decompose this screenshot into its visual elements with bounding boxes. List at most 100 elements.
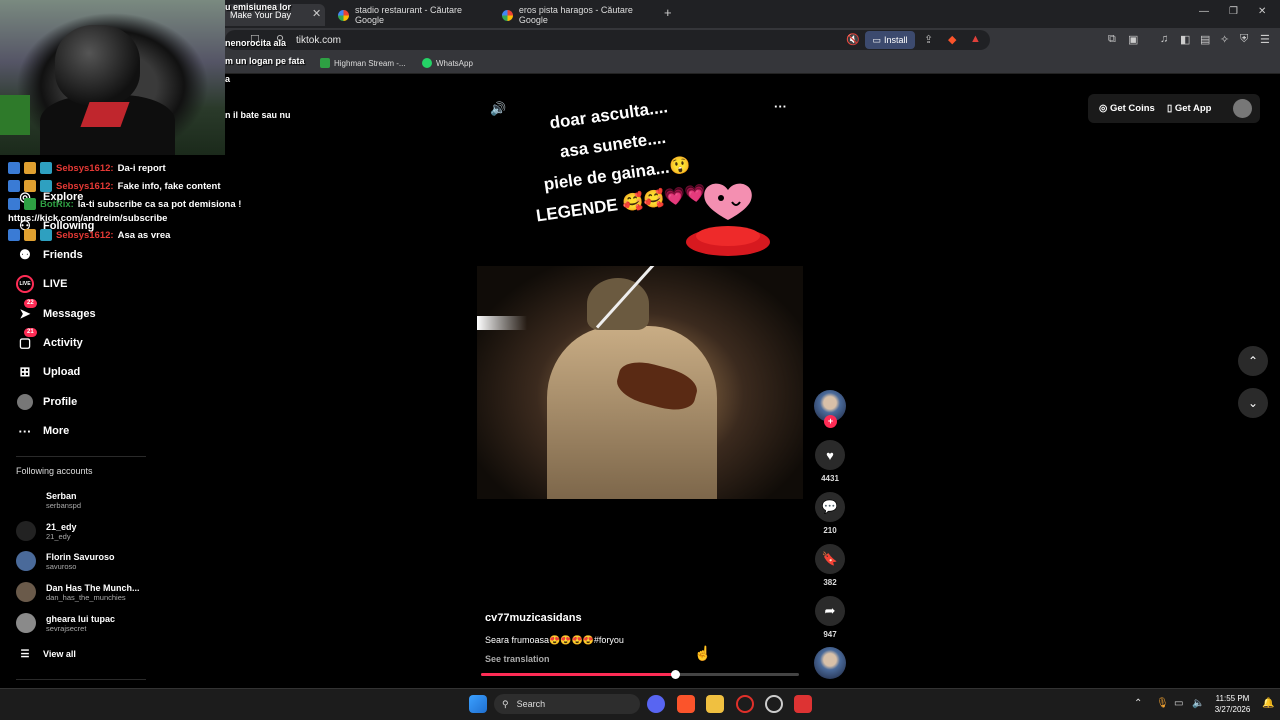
overlay-text-line: n il bate sau nu <box>225 110 291 120</box>
network-icon[interactable]: ▭ <box>1174 698 1183 709</box>
friends-icon: ⚉ <box>19 247 31 262</box>
sidebar-item-label: LIVE <box>43 278 68 290</box>
see-translation-link[interactable]: See translation <box>485 654 550 664</box>
sidebar-item-live[interactable]: LIVE LIVE <box>16 273 67 295</box>
previous-video-button[interactable]: ⌃ <box>1238 346 1268 376</box>
get-coins-button[interactable]: ◎ Get Coins <box>1099 103 1155 114</box>
brave-rewards-icon[interactable]: ▲ <box>970 33 981 45</box>
video-author[interactable]: cv77muzicasidans <box>485 612 582 624</box>
music-icon[interactable]: ♫ <box>1160 33 1168 45</box>
clock[interactable]: 11:55 PM 3/27/2026 <box>1210 693 1255 715</box>
google-icon <box>338 9 349 21</box>
chat-username: Sebsys1612: <box>56 180 114 192</box>
progress-thumb[interactable] <box>670 670 680 679</box>
video-progress-bar[interactable] <box>481 670 799 679</box>
get-app-button[interactable]: ▯ Get App <box>1167 103 1211 114</box>
sidebar-item-friends[interactable]: ⚉ Friends <box>16 244 83 266</box>
new-tab-button[interactable]: + <box>664 5 672 20</box>
comment-count: 210 <box>823 526 837 535</box>
avatar <box>16 521 36 541</box>
maximize-button[interactable]: ❐ <box>1229 6 1238 17</box>
close-icon[interactable]: ✕ <box>312 7 321 20</box>
sidebar-item-upload[interactable]: ⊞ Upload <box>16 361 81 383</box>
account-item[interactable]: Florin Savuroso savuroso <box>16 548 115 574</box>
opera-icon[interactable] <box>736 695 754 713</box>
badge-icon <box>40 162 52 174</box>
activity-badge: 21 <box>24 328 37 337</box>
close-window-button[interactable]: ✕ <box>1258 6 1266 17</box>
comment-button[interactable]: 💬 210 <box>815 492 845 535</box>
bookmark-label: WhatsApp <box>436 58 473 68</box>
chat-url: https://kick.com/andreim/subscribe <box>8 213 168 224</box>
like-button[interactable]: ♥ 4431 <box>815 440 845 483</box>
install-button[interactable]: ▭ Install <box>865 31 915 49</box>
avatar <box>16 613 36 633</box>
share-button[interactable]: ➦ 947 <box>815 596 845 639</box>
badge-icon <box>24 229 36 241</box>
account-item[interactable]: Serban serbanspd <box>16 487 81 513</box>
app-icon[interactable] <box>794 695 812 713</box>
follow-button[interactable]: + <box>824 415 837 428</box>
sidebar-item-more[interactable]: ··· More <box>16 420 70 442</box>
extensions-icon[interactable]: ⧉ <box>1108 33 1116 46</box>
file-explorer-icon[interactable] <box>706 695 724 713</box>
sidebar-item-profile[interactable]: Profile <box>16 391 77 413</box>
mute-icon[interactable]: 🔇 <box>846 33 860 46</box>
live-icon: LIVE <box>16 275 34 293</box>
taskbar-search[interactable]: ⚲ Search <box>494 694 640 714</box>
next-video-button[interactable]: ⌄ <box>1238 388 1268 418</box>
discord-icon[interactable] <box>647 695 665 713</box>
account-handle: serbanspd <box>46 500 82 510</box>
vpn-icon[interactable]: ⛨ <box>1240 33 1248 46</box>
save-button[interactable]: 🔖 382 <box>815 544 845 587</box>
tab-stadio-restaurant[interactable]: stadio restaurant - Căutare Google <box>338 4 493 26</box>
account-item[interactable]: 21_edy 21_edy <box>16 518 77 544</box>
wallet-icon[interactable]: ▤ <box>1200 33 1210 46</box>
account-item[interactable]: gheara lui tupac sevrajsecret <box>16 610 115 636</box>
bookmark-icon: 🔖 <box>815 544 845 574</box>
more-options-icon[interactable]: ··· <box>774 99 787 114</box>
badge-icon <box>24 180 36 192</box>
chat-text: la-ti subscribe ca sa pot demisiona ! <box>77 198 242 210</box>
menu-icon[interactable]: ☰ <box>1260 33 1270 46</box>
windows-start-icon[interactable] <box>469 695 487 713</box>
badge-icon <box>40 180 52 192</box>
chat-message: Sebsys1612: Asa as vrea <box>8 227 170 243</box>
chat-message: Sebsys1612: Fake info, fake content <box>8 178 221 194</box>
taskbar <box>0 688 1280 720</box>
sidebar-item-activity[interactable]: ▢ 21 Activity <box>16 328 83 354</box>
share-count: 947 <box>823 630 837 639</box>
divider <box>16 679 146 680</box>
microphone-icon[interactable]: 🎙 <box>1156 698 1169 709</box>
sidebar-item-messages[interactable]: ➤ 22 Messages <box>16 299 96 325</box>
sound-avatar[interactable] <box>814 647 846 679</box>
notifications-icon[interactable]: 🔔 <box>1262 698 1274 709</box>
brave-icon[interactable] <box>677 695 695 713</box>
account-item[interactable]: Dan Has The Munch... dan_has_the_munchie… <box>16 579 140 605</box>
chevron-up-icon[interactable]: ⌃ <box>1134 698 1142 709</box>
obs-icon[interactable] <box>765 695 783 713</box>
view-all-label: View all <box>43 649 76 659</box>
brave-shield-icon[interactable]: ◆ <box>948 33 956 46</box>
tab-eros-pista[interactable]: eros pista haragos - Căutare Google <box>502 4 662 26</box>
badge-icon <box>24 198 36 210</box>
sidebar-item-label: Profile <box>43 396 78 408</box>
url-text[interactable]: tiktok.com <box>296 35 341 46</box>
video-player[interactable] <box>477 266 803 499</box>
account-name: 21_edy <box>46 521 77 532</box>
avatar[interactable] <box>1233 99 1252 118</box>
screenshot-icon[interactable]: ▣ <box>1128 33 1138 46</box>
taskbar-search-label: Search <box>516 699 546 709</box>
share-icon[interactable]: ⇪ <box>924 33 933 46</box>
sidebar-item-label: Upload <box>43 366 81 378</box>
view-all-button[interactable]: ☰ View all <box>16 643 76 665</box>
leo-icon[interactable]: ✧ <box>1220 33 1229 46</box>
webcam-overlay <box>0 0 225 155</box>
sidebar-icon[interactable]: ◧ <box>1180 33 1190 46</box>
chat-message: Sebsys1612: Da-i report <box>8 160 166 176</box>
chevron-down-icon: ⌄ <box>1247 396 1259 410</box>
minimize-button[interactable]: — <box>1199 6 1209 17</box>
bookmark-highman[interactable]: Highman Stream -... <box>320 58 406 68</box>
bookmark-whatsapp[interactable]: WhatsApp <box>422 58 473 68</box>
speaker-icon[interactable]: 🔈 <box>1192 698 1204 709</box>
